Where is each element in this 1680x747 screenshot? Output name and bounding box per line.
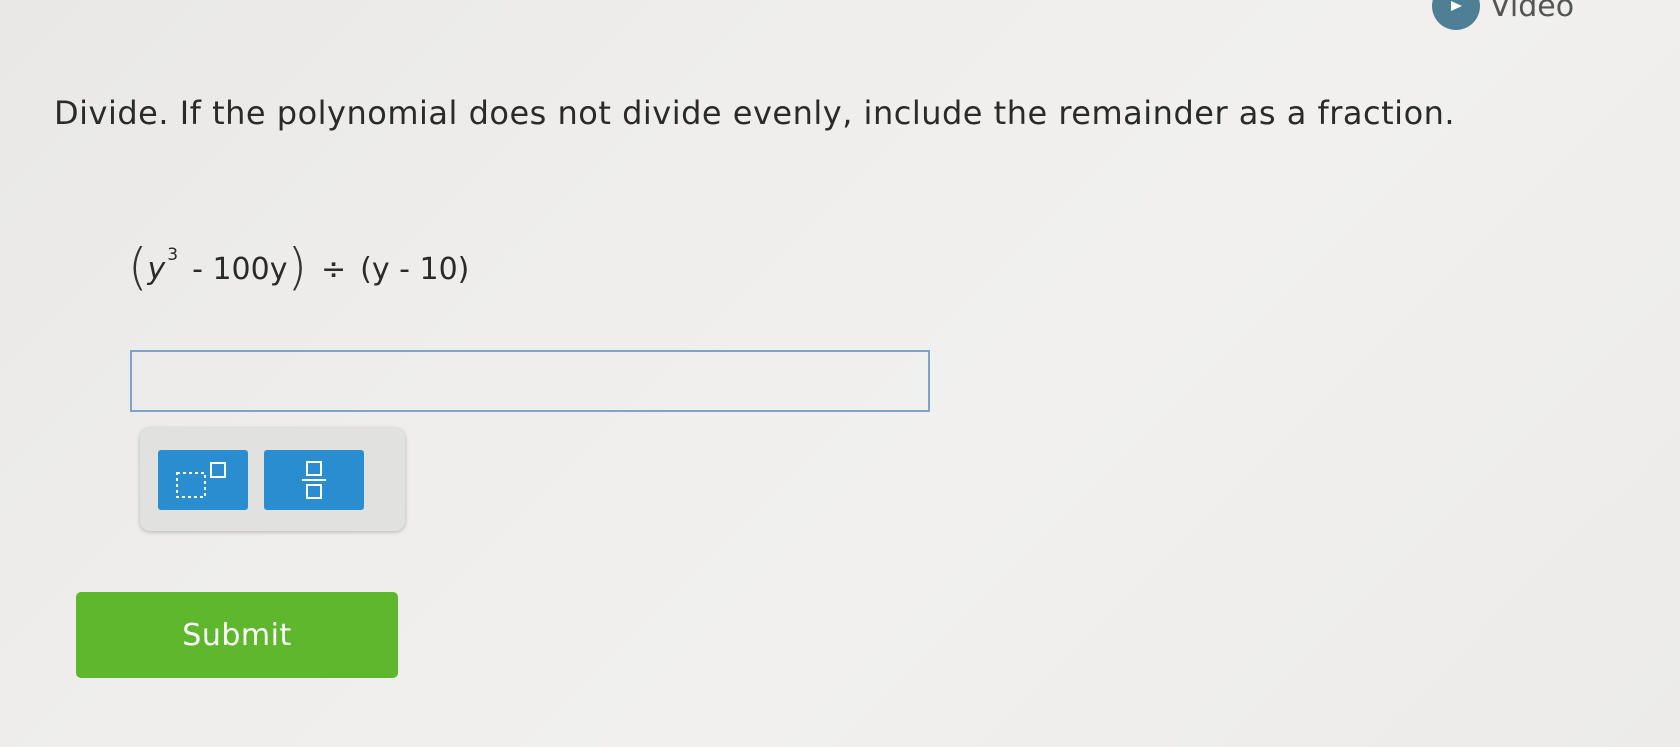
play-icon <box>1432 0 1480 30</box>
divisor: (y - 10) <box>360 251 470 287</box>
superscript-box-icon <box>176 461 226 498</box>
exponent-button[interactable] <box>158 449 248 510</box>
fraction-button[interactable] <box>264 449 364 510</box>
video-button-label: Video <box>1490 0 1575 24</box>
dividend-exponent: 3 <box>167 245 179 265</box>
fraction-box-icon <box>302 460 326 499</box>
submit-button[interactable]: Submit <box>76 592 398 678</box>
open-paren: ( <box>128 238 148 296</box>
math-toolbar <box>140 428 405 531</box>
divide-sign: ÷ <box>321 251 347 287</box>
dividend-rest: - 100y <box>192 251 288 287</box>
question-prompt: Divide. If the polynomial does not divid… <box>54 94 1456 132</box>
video-button[interactable]: Video <box>1432 0 1574 30</box>
math-expression: ( y 3 - 100y ) ÷ (y - 10) <box>128 242 470 292</box>
answer-input[interactable] <box>130 350 930 412</box>
close-paren: ) <box>287 238 308 296</box>
dividend-base: y <box>147 251 166 287</box>
